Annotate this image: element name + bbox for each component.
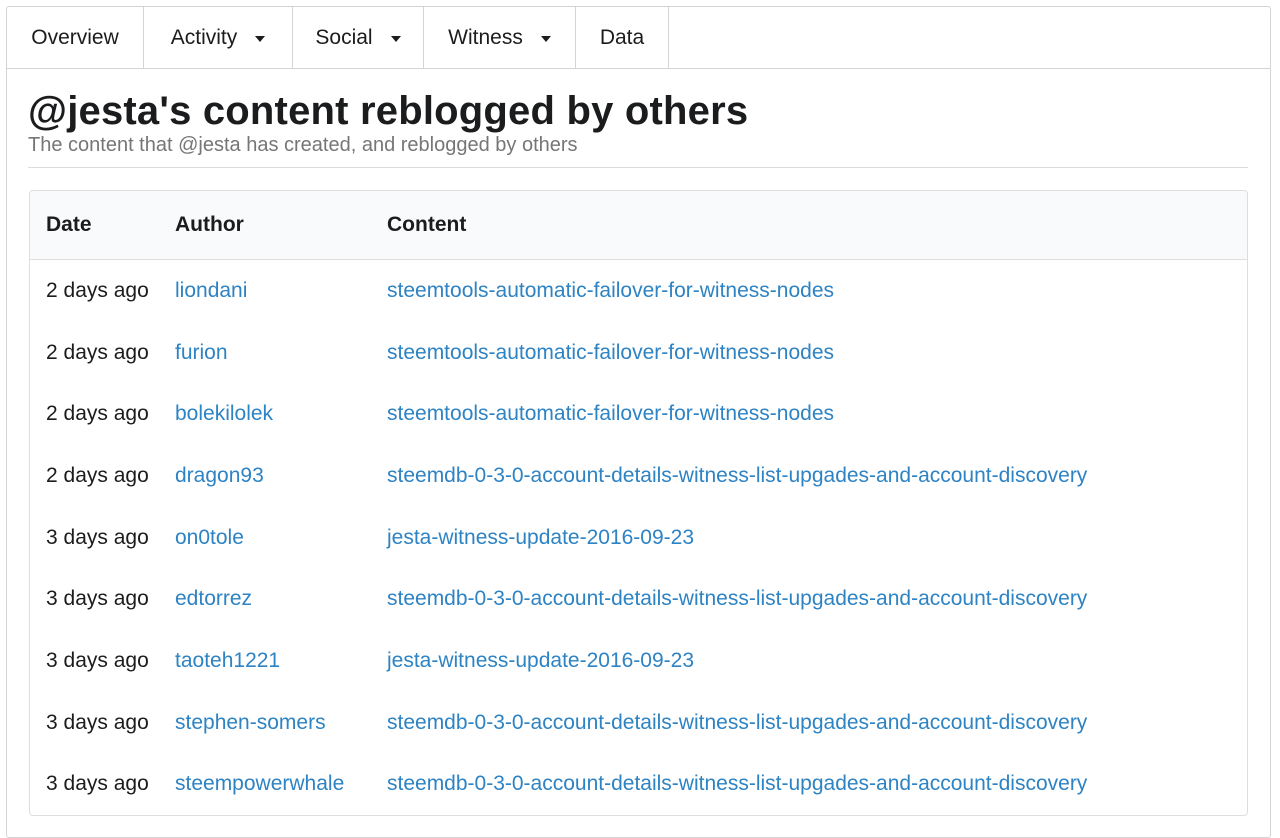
header-divider — [28, 167, 1248, 168]
table-row: 3 days ago taoteh1221 jesta-witness-upda… — [30, 630, 1247, 692]
top-menu: Overview Activity Social Witness Data — [7, 7, 1270, 69]
content-cell: jesta-witness-update-2016-09-23 — [371, 507, 1247, 569]
content-cell: steemdb-0-3-0-account-details-witness-li… — [371, 692, 1247, 754]
tab-social-label: Social — [315, 25, 373, 49]
table-row: 2 days ago liondani steemtools-automatic… — [30, 260, 1247, 322]
tab-data-label: Data — [599, 25, 645, 49]
tab-activity-label: Activity — [170, 25, 238, 49]
date-cell: 2 days ago — [46, 340, 149, 364]
content-cell: steemdb-0-3-0-account-details-witness-li… — [371, 754, 1247, 816]
author-link[interactable]: liondani — [175, 279, 247, 302]
tab-witness[interactable]: Witness — [424, 7, 576, 68]
table-body: 2 days ago liondani steemtools-automatic… — [30, 260, 1247, 816]
author-link[interactable]: edtorrez — [175, 587, 252, 610]
content-cell: steemdb-0-3-0-account-details-witness-li… — [371, 568, 1247, 630]
page-header: @jesta's content reblogged by others The… — [7, 69, 1270, 168]
page-frame: Overview Activity Social Witness Data @j… — [6, 6, 1271, 838]
author-link[interactable]: bolekilolek — [175, 402, 273, 425]
content-link[interactable]: jesta-witness-update-2016-09-23 — [387, 526, 694, 549]
author-cell: dragon93 — [159, 445, 371, 507]
author-link[interactable]: taoteh1221 — [175, 649, 280, 672]
table-row: 2 days ago bolekilolek steemtools-automa… — [30, 383, 1247, 445]
caret-down-icon — [540, 35, 551, 42]
date-cell: 2 days ago — [46, 402, 149, 426]
reblog-table: Date Author Content 2 days ago liondani … — [30, 191, 1247, 815]
table-row: 3 days ago on0tole jesta-witness-update-… — [30, 507, 1247, 569]
content-link[interactable]: steemdb-0-3-0-account-details-witness-li… — [387, 464, 1087, 487]
content-cell: jesta-witness-update-2016-09-23 — [371, 630, 1247, 692]
table-row: 3 days ago steempowerwhale steemdb-0-3-0… — [30, 754, 1247, 816]
date-cell: 2 days ago — [46, 463, 149, 487]
date-cell: 3 days ago — [46, 772, 149, 796]
author-cell: furion — [159, 322, 371, 384]
tab-overview-label: Overview — [31, 25, 119, 49]
date-cell: 3 days ago — [46, 648, 149, 672]
author-cell: stephen-somers — [159, 692, 371, 754]
table-row: 3 days ago edtorrez steemdb-0-3-0-accoun… — [30, 568, 1247, 630]
content-cell: steemtools-automatic-failover-for-witnes… — [371, 260, 1247, 322]
author-link[interactable]: furion — [175, 341, 228, 364]
reblog-table-container: Date Author Content 2 days ago liondani … — [29, 190, 1248, 817]
date-cell: 2 days ago — [46, 278, 149, 302]
author-cell: taoteh1221 — [159, 630, 371, 692]
content-cell: steemtools-automatic-failover-for-witnes… — [371, 322, 1247, 384]
author-cell: steempowerwhale — [159, 754, 371, 816]
caret-down-icon — [390, 35, 401, 42]
author-link[interactable]: stephen-somers — [175, 711, 326, 734]
date-cell: 3 days ago — [46, 525, 149, 549]
tab-data[interactable]: Data — [576, 7, 669, 68]
author-cell: edtorrez — [159, 568, 371, 630]
table-header-row: Date Author Content — [30, 191, 1247, 260]
content-cell: steemdb-0-3-0-account-details-witness-li… — [371, 445, 1247, 507]
table-row: 2 days ago dragon93 steemdb-0-3-0-accoun… — [30, 445, 1247, 507]
tab-social[interactable]: Social — [293, 7, 424, 68]
content-link[interactable]: jesta-witness-update-2016-09-23 — [387, 649, 694, 672]
content-link[interactable]: steemtools-automatic-failover-for-witnes… — [387, 402, 834, 425]
tab-witness-label: Witness — [448, 25, 523, 49]
content-link[interactable]: steemdb-0-3-0-account-details-witness-li… — [387, 772, 1087, 795]
content-link[interactable]: steemtools-automatic-failover-for-witnes… — [387, 341, 834, 364]
table-row: 3 days ago stephen-somers steemdb-0-3-0-… — [30, 692, 1247, 754]
tab-activity[interactable]: Activity — [144, 7, 293, 68]
column-header-content: Content — [371, 191, 1247, 260]
content-link[interactable]: steemtools-automatic-failover-for-witnes… — [387, 279, 834, 302]
content-link[interactable]: steemdb-0-3-0-account-details-witness-li… — [387, 587, 1087, 610]
date-cell: 3 days ago — [46, 710, 149, 734]
author-cell: bolekilolek — [159, 383, 371, 445]
author-link[interactable]: on0tole — [175, 526, 244, 549]
date-cell: 3 days ago — [46, 587, 149, 611]
caret-down-icon — [255, 35, 266, 42]
author-link[interactable]: dragon93 — [175, 464, 264, 487]
column-header-date: Date — [30, 191, 159, 260]
content-link[interactable]: steemdb-0-3-0-account-details-witness-li… — [387, 711, 1087, 734]
author-cell: liondani — [159, 260, 371, 322]
tab-overview[interactable]: Overview — [7, 7, 144, 68]
table-row: 2 days ago furion steemtools-automatic-f… — [30, 322, 1247, 384]
page-title: @jesta's content reblogged by others — [28, 89, 749, 133]
author-link[interactable]: steempowerwhale — [175, 772, 344, 795]
content-cell: steemtools-automatic-failover-for-witnes… — [371, 383, 1247, 445]
column-header-author: Author — [159, 191, 371, 260]
page-subtitle: The content that @jesta has created, and… — [28, 134, 578, 156]
author-cell: on0tole — [159, 507, 371, 569]
